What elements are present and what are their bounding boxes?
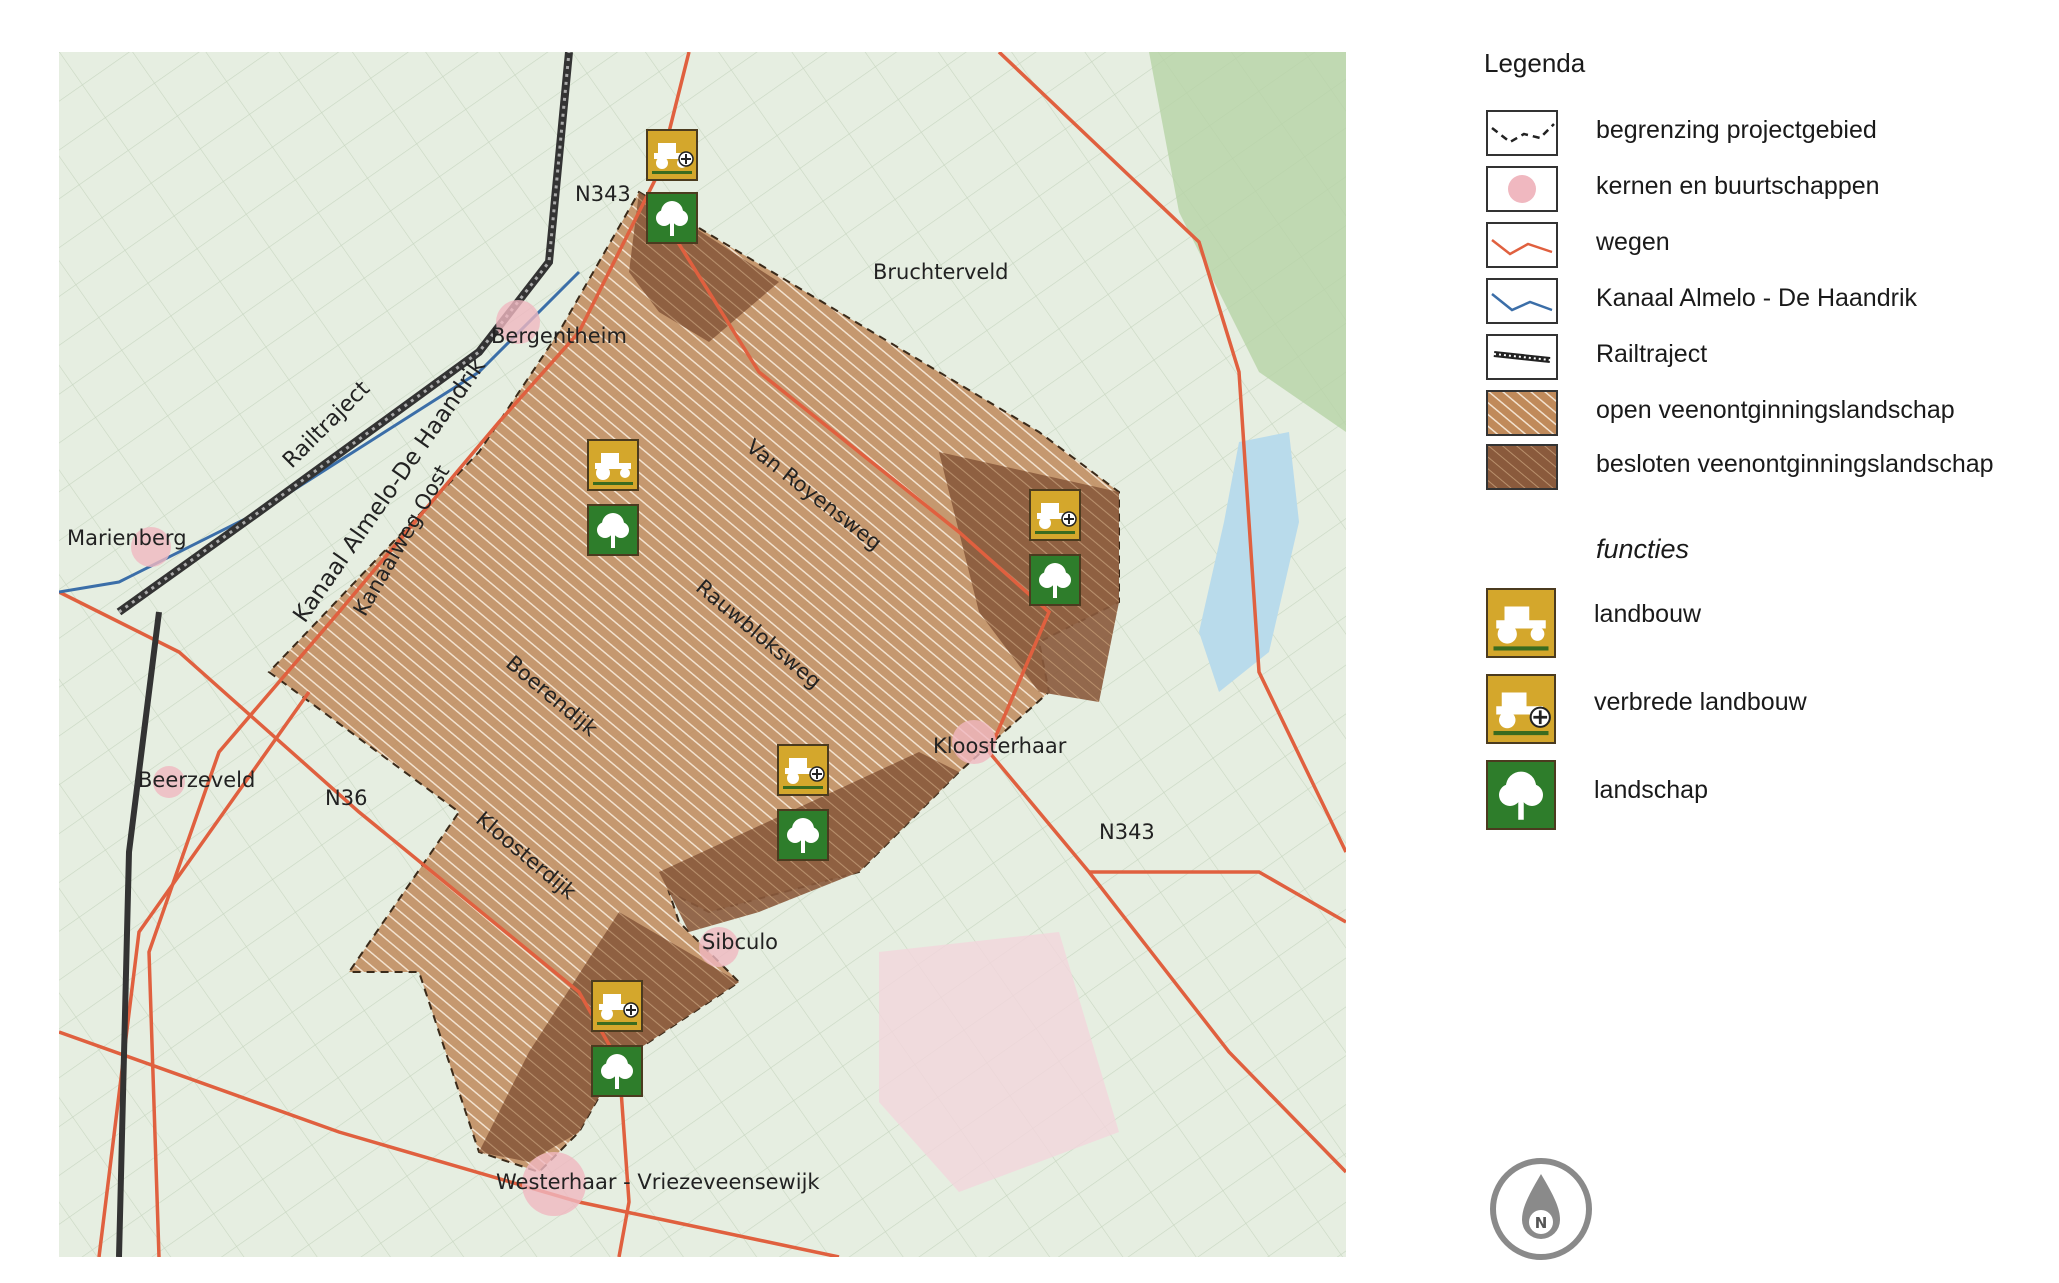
map-canvas: [59, 52, 1346, 1257]
map-tree-icon[interactable]: [591, 1045, 643, 1097]
tree-icon: [1486, 760, 1556, 830]
map-tractor-icon[interactable]: [587, 439, 639, 491]
place-bruchterveld: Bruchterveld: [873, 260, 1009, 284]
legend-function-label: landbouw: [1594, 600, 1702, 628]
map-tree-icon[interactable]: [587, 504, 639, 556]
functies-heading: functies: [1596, 534, 1690, 564]
road-label-n36: N36: [325, 786, 368, 810]
map-tree-icon[interactable]: [777, 809, 829, 861]
map-tractor-plus-icon[interactable]: [591, 980, 643, 1032]
legend-function-label: verbrede landbouw: [1594, 688, 1807, 716]
road-label-n343-north: N343: [575, 182, 631, 206]
road-label-n343-east: N343: [1099, 820, 1155, 844]
place-beerzeveld: Beerzeveld: [138, 768, 256, 792]
legend-label: Kanaal Almelo - De Haandrik: [1596, 284, 1917, 312]
road-line-icon: [1486, 222, 1558, 268]
rail-line-icon: [1486, 334, 1558, 380]
legend-label: besloten veenontginningslandschap: [1596, 450, 1994, 478]
legend: Legenda begrenzing projectgebied kernen …: [1484, 48, 2044, 848]
settlement-circle-icon: [1486, 166, 1558, 212]
map-tree-icon[interactable]: [646, 192, 698, 244]
open-veen-hatch-icon: [1486, 390, 1558, 436]
legend-label: Railtraject: [1596, 340, 1708, 368]
map-tractor-plus-icon[interactable]: [1029, 489, 1081, 541]
place-bergentheim: Bergentheim: [491, 324, 627, 348]
map-tractor-plus-icon[interactable]: [646, 129, 698, 181]
tractor-plus-icon: [1486, 674, 1556, 744]
legend-label: kernen en buurtschappen: [1596, 172, 1880, 200]
legend-function-label: landschap: [1594, 776, 1708, 804]
legend-label: open veenontginningslandschap: [1596, 396, 1955, 424]
north-arrow-icon: N: [1488, 1156, 1594, 1262]
besloten-veen-hatch-icon: [1486, 444, 1558, 490]
map-tree-icon[interactable]: [1029, 554, 1081, 606]
place-marienberg: Marienberg: [67, 526, 187, 550]
boundary-dashed-icon: [1486, 110, 1558, 156]
map-panel[interactable]: Bruchterveld Bergentheim Marienberg Beer…: [59, 52, 1346, 1257]
legend-title: Legenda: [1484, 48, 1586, 78]
legend-label: wegen: [1596, 228, 1670, 256]
place-sibculo: Sibculo: [702, 930, 779, 954]
map-tractor-plus-icon[interactable]: [777, 744, 829, 796]
place-westerhaar: Westerhaar - Vriezeveensewijk: [496, 1170, 820, 1194]
legend-label: begrenzing projectgebied: [1596, 116, 1877, 144]
place-kloosterhaar: Kloosterhaar: [933, 734, 1067, 758]
legend-item-besloten-veen: besloten veenontginningslandschap: [1484, 444, 2044, 510]
north-label: N: [1535, 1214, 1548, 1232]
canal-line-icon: [1486, 278, 1558, 324]
tractor-icon: [1486, 588, 1556, 658]
